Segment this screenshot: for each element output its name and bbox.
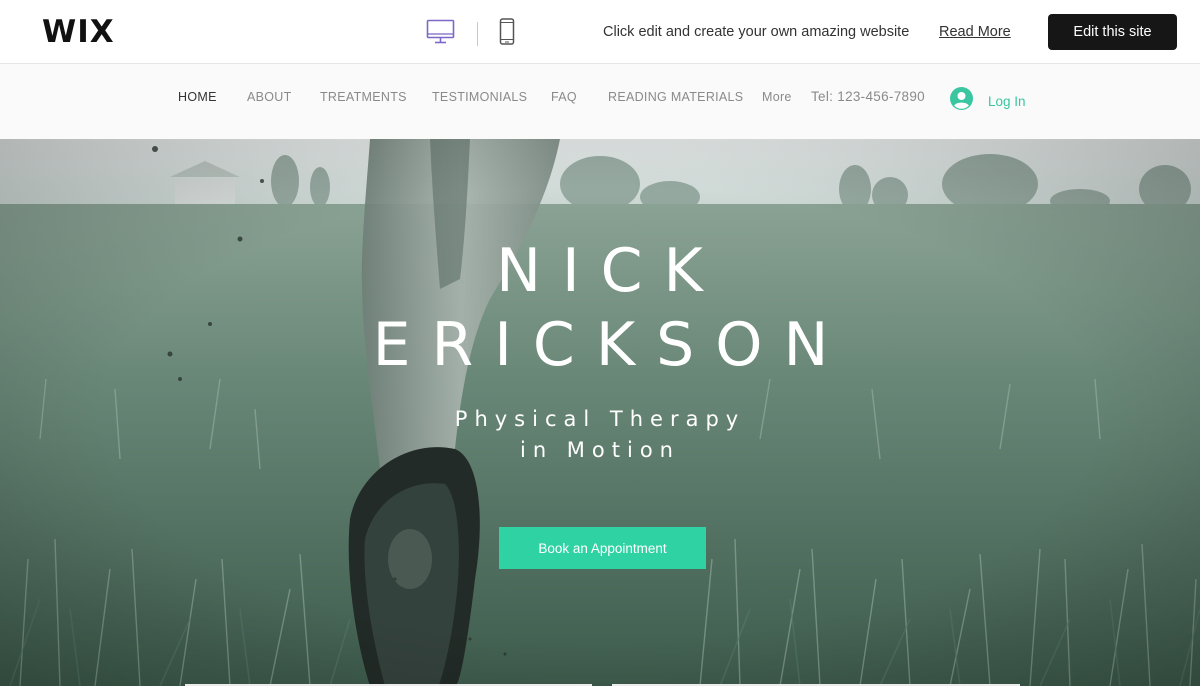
nav-item-testimonials[interactable]: TESTIMONIALS [432,90,527,104]
login-button[interactable]: Log In [950,87,1026,115]
desktop-icon[interactable] [426,19,455,50]
nav-item-treatments[interactable]: TREATMENTS [320,90,407,104]
wix-logo: WIX [42,14,115,50]
device-separator [477,22,478,46]
device-toggle [426,18,515,50]
phone-number: Tel: 123-456-7890 [811,89,925,104]
book-appointment-button[interactable]: Book an Appointment [499,527,706,569]
hero-subtitle-line2: in Motion [519,438,680,462]
user-avatar-icon [950,87,973,115]
promo-text: Click edit and create your own amazing w… [603,24,910,40]
hero-section: NICK ERICKSON Physical Therapy in Motion… [0,139,1200,686]
login-label: Log In [988,93,1026,109]
nav-item-more[interactable]: More [762,90,792,104]
hero-title-line1: NICK [496,236,724,306]
hero-title-line2: ERICKSON [372,310,850,380]
nav-item-about[interactable]: ABOUT [247,90,292,104]
nav-item-faq[interactable]: FAQ [551,90,577,104]
nav-item-home[interactable]: HOME [178,90,217,104]
hero-subtitle-line1: Physical Therapy [454,407,746,431]
wix-editor-bar: WIX Click edit and create your own amazi… [0,0,1200,64]
nav-item-reading-materials[interactable]: READING MATERIALS [608,90,743,104]
site-header: HOME ABOUT TREATMENTS TESTIMONIALS FAQ R… [0,64,1200,139]
mobile-phone-icon[interactable] [499,18,515,50]
read-more-link[interactable]: Read More [939,24,1011,40]
edit-site-button[interactable]: Edit this site [1048,14,1177,50]
